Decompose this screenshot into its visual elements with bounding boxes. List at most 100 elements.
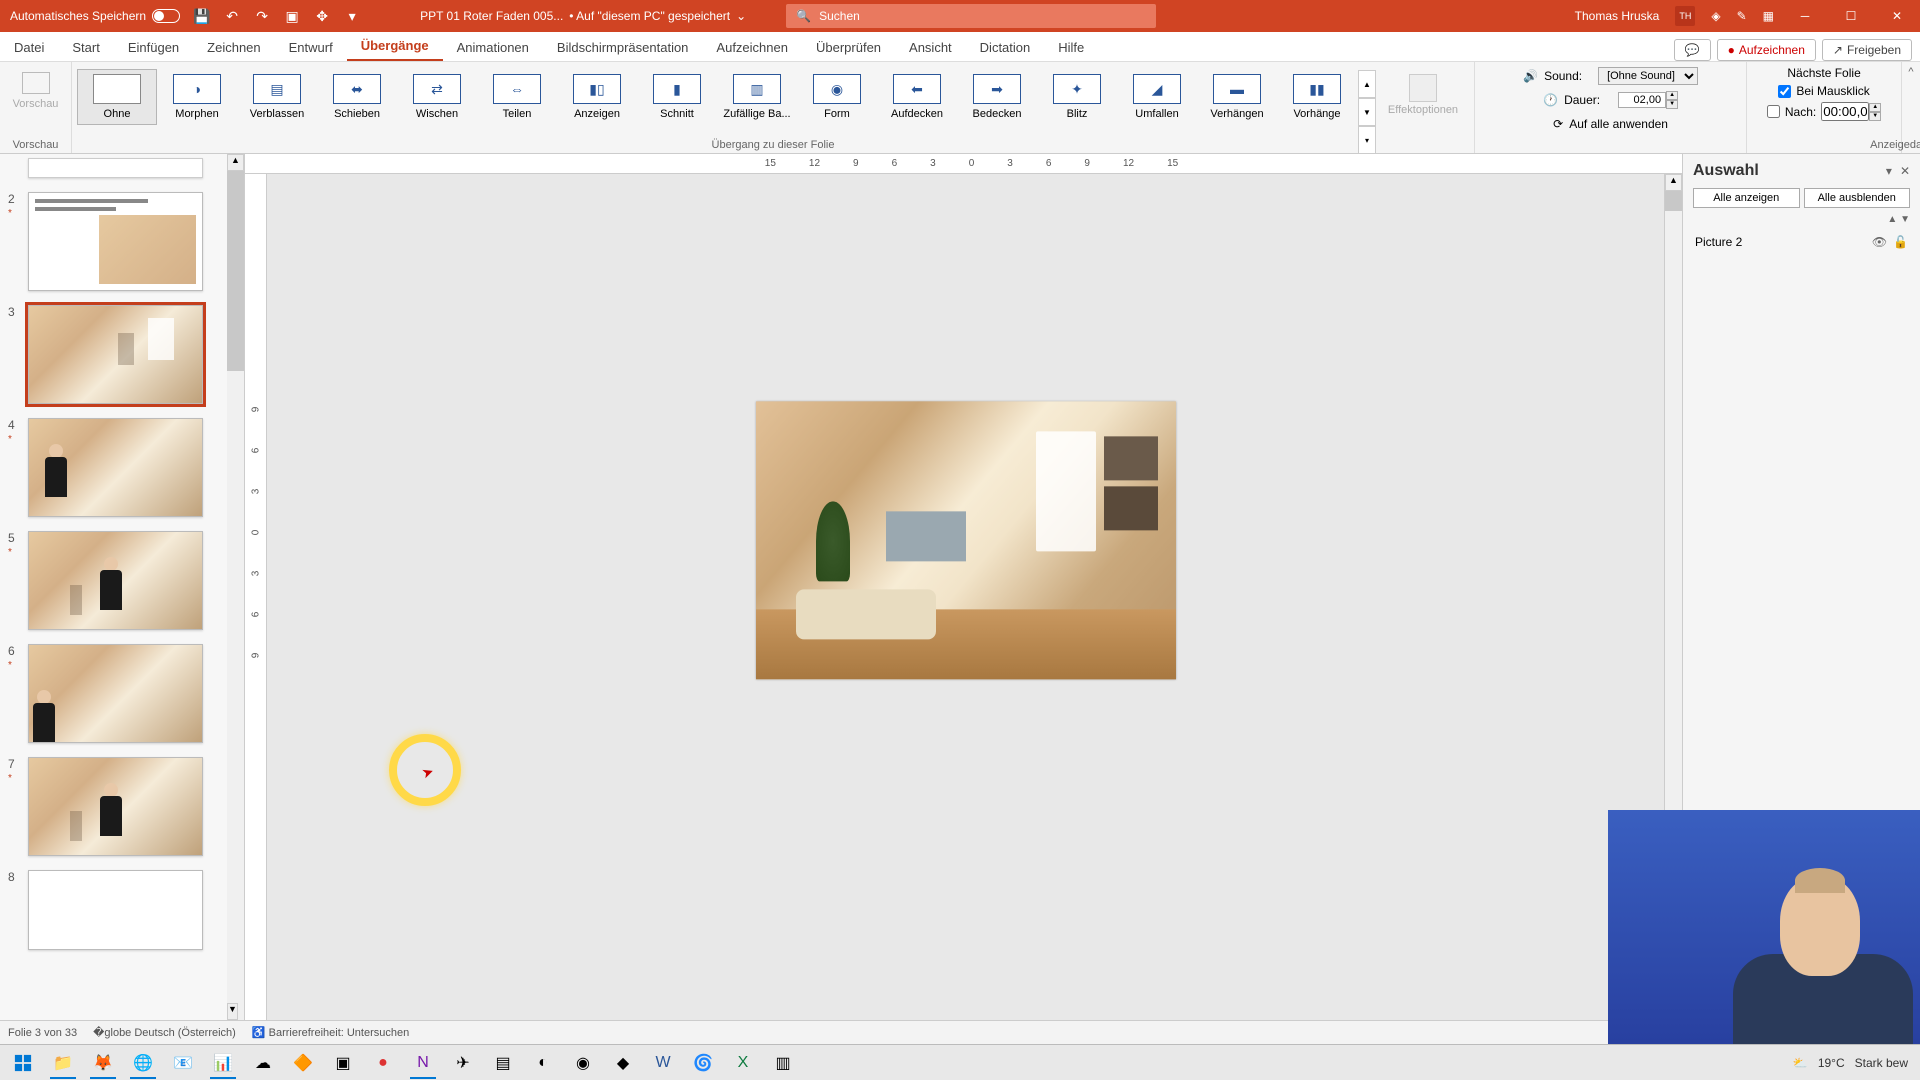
- save-icon[interactable]: 💾: [194, 8, 210, 24]
- transition-teilen[interactable]: ⇔Teilen: [478, 70, 556, 124]
- transition-morphen[interactable]: ◑Morphen: [158, 70, 236, 124]
- redo-icon[interactable]: ↷: [254, 8, 270, 24]
- pane-dropdown-icon[interactable]: ▾: [1886, 164, 1892, 178]
- weather-icon[interactable]: ⛅: [1793, 1056, 1808, 1070]
- transition-schieben[interactable]: ⬌Schieben: [318, 70, 396, 124]
- lock-icon[interactable]: 🔓: [1893, 235, 1908, 249]
- tab-bildschirmpraesentation[interactable]: Bildschirmpräsentation: [543, 34, 703, 61]
- tab-ansicht[interactable]: Ansicht: [895, 34, 966, 61]
- slide-canvas-area[interactable]: ➤: [267, 174, 1664, 1020]
- slide-picture[interactable]: [756, 401, 1176, 679]
- show-all-button[interactable]: Alle anzeigen: [1693, 188, 1800, 208]
- tab-zeichnen[interactable]: Zeichnen: [193, 34, 274, 61]
- transition-wischen[interactable]: ⇄Wischen: [398, 70, 476, 124]
- start-button[interactable]: [4, 1047, 42, 1079]
- firefox-icon[interactable]: 🦊: [84, 1047, 122, 1079]
- edge-icon[interactable]: 🌀: [684, 1047, 722, 1079]
- share-button[interactable]: ↗ Freigeben: [1822, 39, 1912, 61]
- tab-animationen[interactable]: Animationen: [443, 34, 543, 61]
- transition-ohne[interactable]: Ohne: [78, 70, 156, 124]
- tab-start[interactable]: Start: [58, 34, 113, 61]
- tab-ueberpruefen[interactable]: Überprüfen: [802, 34, 895, 61]
- telegram-icon[interactable]: ✈: [444, 1047, 482, 1079]
- from-beginning-icon[interactable]: ▣: [284, 8, 300, 24]
- undo-icon[interactable]: ↶: [224, 8, 240, 24]
- transition-blitz[interactable]: ✦Blitz: [1038, 70, 1116, 124]
- toggle-switch-icon[interactable]: [152, 9, 180, 23]
- outlook-icon[interactable]: 📧: [164, 1047, 202, 1079]
- slide-thumb-5[interactable]: 5*: [28, 531, 222, 630]
- transition-aufdecken[interactable]: ⬅Aufdecken: [878, 70, 956, 124]
- app-icon-7[interactable]: ◆: [604, 1047, 642, 1079]
- slide-thumb-7[interactable]: 7*: [28, 757, 222, 856]
- slide-thumb-4[interactable]: 4*: [28, 418, 222, 517]
- sound-select[interactable]: [Ohne Sound]: [1598, 67, 1698, 85]
- hide-all-button[interactable]: Alle ausblenden: [1804, 188, 1911, 208]
- thumbnail-scrollbar[interactable]: ▲ ▼: [227, 154, 244, 1020]
- tab-uebergaenge[interactable]: Übergänge: [347, 32, 443, 61]
- teams-icon[interactable]: ◈: [1711, 9, 1720, 23]
- app-icon-3[interactable]: ●: [364, 1047, 402, 1079]
- scrollbar-thumb[interactable]: [227, 171, 244, 371]
- excel-icon[interactable]: X: [724, 1047, 762, 1079]
- system-tray[interactable]: ⛅ 19°C Stark bew: [1793, 1056, 1916, 1070]
- pane-close-icon[interactable]: ✕: [1900, 164, 1910, 178]
- slide-counter[interactable]: Folie 3 von 33: [8, 1027, 77, 1039]
- app-icon-6[interactable]: ◉: [564, 1047, 602, 1079]
- tab-aufzeichnen[interactable]: Aufzeichnen: [702, 34, 802, 61]
- scroll-up-icon[interactable]: ▲: [1665, 174, 1682, 191]
- transition-verblassen[interactable]: ▤Verblassen: [238, 70, 316, 124]
- transition-umfallen[interactable]: ◢Umfallen: [1118, 70, 1196, 124]
- transition-vorhaenge[interactable]: ▮▮Vorhänge: [1278, 70, 1356, 124]
- autosave-toggle[interactable]: Automatisches Speichern: [10, 9, 180, 23]
- app-icon-8[interactable]: ▥: [764, 1047, 802, 1079]
- transition-bedecken[interactable]: ➡Bedecken: [958, 70, 1036, 124]
- word-icon[interactable]: W: [644, 1047, 682, 1079]
- slide-thumb-3[interactable]: 3: [28, 305, 222, 404]
- user-name[interactable]: Thomas Hruska: [1575, 9, 1660, 23]
- close-button[interactable]: ✕: [1882, 9, 1912, 23]
- comments-button[interactable]: 💬: [1674, 39, 1711, 61]
- transition-schnitt[interactable]: ▮Schnitt: [638, 70, 716, 124]
- transition-zufaellig[interactable]: ▥Zufällige Ba...: [718, 70, 796, 124]
- app-icon-4[interactable]: ▤: [484, 1047, 522, 1079]
- slide-thumb-8[interactable]: 8: [28, 870, 222, 950]
- window-icon[interactable]: ▦: [1763, 9, 1774, 23]
- reorder-arrows[interactable]: ▲ ▼: [1683, 214, 1920, 229]
- document-title[interactable]: PPT 01 Roter Faden 005... • Auf "diesem …: [420, 9, 746, 23]
- after-checkbox[interactable]: Nach: ▲▼: [1767, 102, 1881, 121]
- transition-form[interactable]: ◉Form: [798, 70, 876, 124]
- language-indicator[interactable]: �globe Deutsch (Österreich): [93, 1026, 236, 1039]
- tab-datei[interactable]: Datei: [0, 34, 58, 61]
- slide-thumb-6[interactable]: 6*: [28, 644, 222, 743]
- pen-icon[interactable]: ✎: [1737, 9, 1747, 23]
- scroll-down-icon[interactable]: ▼: [227, 1003, 238, 1020]
- apply-all-button[interactable]: ⟳ Auf alle anwenden: [1553, 114, 1668, 134]
- selection-item[interactable]: Picture 2 👁 🔓: [1683, 229, 1920, 255]
- touch-mode-icon[interactable]: ✥: [314, 8, 330, 24]
- chrome-icon[interactable]: 🌐: [124, 1047, 162, 1079]
- chevron-down-icon[interactable]: ⌄: [736, 9, 746, 23]
- user-avatar[interactable]: TH: [1675, 6, 1695, 26]
- app-icon-5[interactable]: ◐: [524, 1047, 562, 1079]
- slide-thumb-top[interactable]: [28, 158, 222, 178]
- tab-dictation[interactable]: Dictation: [966, 34, 1045, 61]
- transition-verhaengen[interactable]: ▬Verhängen: [1198, 70, 1276, 124]
- duration-input[interactable]: ▲▼: [1618, 91, 1678, 109]
- qat-more-icon[interactable]: ▾: [344, 8, 360, 24]
- preview-button[interactable]: Vorschau: [6, 72, 66, 110]
- transition-anzeigen[interactable]: ▮▯Anzeigen: [558, 70, 636, 124]
- on-click-checkbox[interactable]: Bei Mausklick: [1778, 84, 1869, 98]
- app-icon[interactable]: ☁: [244, 1047, 282, 1079]
- slide-thumb-2[interactable]: 2*: [28, 192, 222, 291]
- record-button[interactable]: ● Aufzeichnen: [1717, 39, 1816, 61]
- minimize-button[interactable]: ─: [1790, 9, 1820, 23]
- scroll-up-icon[interactable]: ▲: [227, 154, 244, 171]
- explorer-icon[interactable]: 📁: [44, 1047, 82, 1079]
- maximize-button[interactable]: ☐: [1836, 9, 1866, 23]
- tab-entwurf[interactable]: Entwurf: [275, 34, 347, 61]
- tab-hilfe[interactable]: Hilfe: [1044, 34, 1098, 61]
- accessibility-checker[interactable]: ♿ Barrierefreiheit: Untersuchen: [252, 1026, 409, 1039]
- slide-canvas[interactable]: [546, 304, 1386, 776]
- eye-icon[interactable]: 👁: [1872, 235, 1887, 249]
